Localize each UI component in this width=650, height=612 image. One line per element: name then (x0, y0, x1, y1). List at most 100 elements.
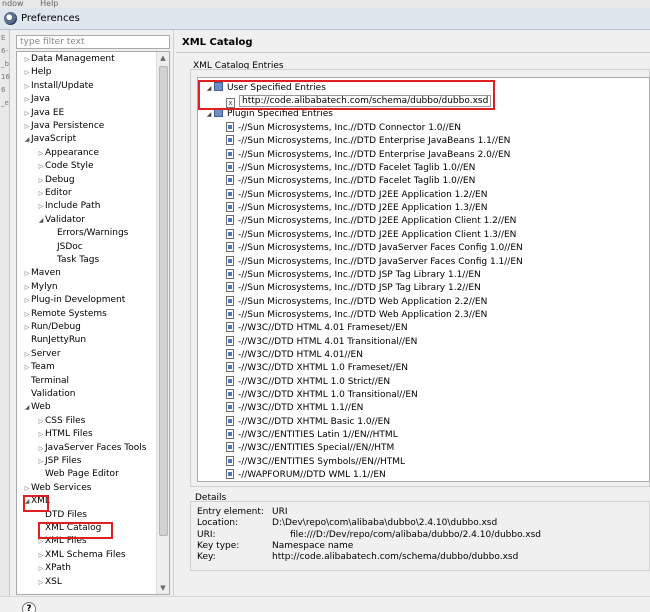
tree-item[interactable]: ▷ Maven (23, 267, 161, 280)
plugin-entry[interactable]: -//W3C//DTD XHTML 1.1//EN (226, 402, 363, 415)
collapsed-arrow-icon[interactable]: ▷ (23, 321, 31, 334)
plugin-entry[interactable]: -//Sun Microsystems, Inc.//DTD Facelet T… (226, 175, 475, 188)
tree-item[interactable]: ▷ Help (23, 66, 161, 79)
plugin-entry[interactable]: -//Sun Microsystems, Inc.//DTD JavaServe… (226, 242, 523, 255)
collapsed-arrow-icon[interactable]: ▷ (23, 281, 31, 294)
tree-item[interactable]: ▷ Team (23, 361, 161, 374)
collapsed-arrow-icon[interactable]: ▷ (37, 562, 45, 575)
plugin-entry[interactable]: -//Sun Microsystems, Inc.//DTD JSP Tag L… (226, 268, 481, 282)
collapsed-arrow-icon[interactable]: ▷ (37, 415, 45, 428)
tree-item[interactable]: ▷ Run/Debug (23, 321, 161, 334)
tree-item[interactable]: ▷ XML Schema Files (37, 549, 169, 562)
tree-item[interactable]: ▷ Java Persistence (23, 120, 161, 133)
tree-item[interactable]: ▷ Include Path (37, 200, 169, 213)
tree-item[interactable]: JSDoc (49, 241, 169, 254)
plugin-entry[interactable]: -//Sun Microsystems, Inc.//DTD JavaServe… (226, 255, 523, 269)
plugin-entry[interactable]: -//W3C//ENTITIES Symbols//EN//HTML (226, 455, 405, 469)
collapsed-arrow-icon[interactable]: ▷ (23, 66, 31, 79)
plugin-entry[interactable]: -//Sun Microsystems, Inc.//DTD Connector… (226, 122, 461, 135)
collapsed-arrow-icon[interactable]: ▷ (23, 53, 31, 66)
plugin-entry[interactable]: -//W3C//DTD XHTML Basic 1.0//EN (226, 415, 390, 429)
plugin-entry[interactable]: -//WAPFORUM//DTD WML 1.1//EN (226, 469, 386, 481)
expanded-arrow-icon[interactable]: ◢ (23, 133, 31, 146)
tree-item[interactable]: ▷ Install/Update (23, 80, 161, 93)
collapsed-arrow-icon[interactable]: ▷ (23, 294, 31, 307)
menu-window[interactable]: ndow (2, 0, 24, 8)
tree-item[interactable]: ◢ Web (23, 401, 161, 414)
tree-item[interactable]: ▷ Plug-in Development (23, 294, 161, 307)
help-button[interactable]: ? (22, 602, 36, 612)
preferences-tree[interactable]: ▲ ▼ ▷ Data Management ▷ Help ▷ Install/Update… (16, 51, 170, 595)
tree-item[interactable]: ▷ Remote Systems (23, 308, 161, 321)
tree-item[interactable]: Web Page Editor (37, 468, 169, 481)
collapsed-arrow-icon[interactable]: ▷ (37, 174, 45, 187)
tree-item[interactable]: ▷ Data Management (23, 53, 161, 66)
plugin-entry[interactable]: -//Sun Microsystems, Inc.//DTD J2EE Appl… (226, 228, 516, 242)
collapsed-arrow-icon[interactable]: ▷ (37, 549, 45, 562)
tree-item[interactable]: ▷ Java (23, 93, 161, 106)
tree-item[interactable]: ▷ Web Services (23, 482, 161, 495)
collapsed-arrow-icon[interactable]: ▷ (23, 120, 31, 133)
plugin-entry[interactable]: -//Sun Microsystems, Inc.//DTD Web Appli… (226, 295, 487, 309)
collapsed-arrow-icon[interactable]: ▷ (23, 80, 31, 93)
collapsed-arrow-icon[interactable]: ▷ (37, 160, 45, 173)
collapsed-arrow-icon[interactable]: ▷ (23, 308, 31, 321)
collapsed-arrow-icon[interactable]: ▷ (37, 428, 45, 441)
menu-help[interactable]: Help (40, 0, 58, 8)
catalog-entries-tree[interactable]: ◢ User Specified Entries x http://code.alib… (197, 77, 650, 482)
tree-item[interactable]: RunJettyRun (23, 334, 161, 347)
collapsed-arrow-icon[interactable]: ▷ (37, 200, 45, 213)
tree-item[interactable]: Terminal (23, 375, 161, 388)
collapsed-arrow-icon[interactable]: ▷ (37, 147, 45, 160)
plugin-entry[interactable]: -//Sun Microsystems, Inc.//DTD Enterpris… (226, 148, 510, 162)
plugin-entry[interactable]: -//W3C//DTD HTML 4.01 Frameset//EN (226, 322, 408, 335)
collapsed-arrow-icon[interactable]: ▷ (23, 361, 31, 374)
tree-item[interactable]: ▷ Code Style (37, 160, 169, 173)
collapsed-arrow-icon[interactable]: ▷ (37, 576, 45, 589)
plugin-entry[interactable]: -//W3C//ENTITIES Special//EN//HTM (226, 442, 394, 455)
pane-sash[interactable] (173, 30, 174, 596)
tree-item[interactable]: ◢ JavaScript (23, 133, 161, 146)
tree-item[interactable]: ▷ Mylyn (23, 281, 161, 294)
plugin-entry[interactable]: -//W3C//DTD XHTML 1.0 Transitional//EN (226, 389, 418, 402)
collapsed-arrow-icon[interactable]: ▷ (23, 482, 31, 495)
tree-item[interactable]: ▷ JavaServer Faces Tools (37, 442, 169, 455)
tree-item[interactable]: Errors/Warnings (49, 227, 169, 240)
tree-item[interactable]: ▷ Server (23, 348, 161, 361)
tree-item[interactable]: ▷ Debug (37, 174, 169, 187)
collapsed-arrow-icon[interactable]: ▷ (23, 267, 31, 280)
plugin-entry[interactable]: -//W3C//DTD HTML 4.01 Transitional//EN (226, 335, 417, 349)
expanded-arrow-icon[interactable]: ◢ (37, 214, 45, 227)
plugin-entry[interactable]: -//Sun Microsystems, Inc.//DTD Enterpris… (226, 135, 510, 148)
plugin-entry[interactable]: -//Sun Microsystems, Inc.//DTD JSP Tag L… (226, 282, 481, 295)
tree-item[interactable]: Task Tags (49, 254, 169, 267)
tree-item[interactable]: ▷ Editor (37, 187, 169, 200)
plugin-entry[interactable]: -//W3C//ENTITIES Latin 1//EN//HTML (226, 429, 398, 442)
filter-input[interactable]: type filter text (16, 35, 170, 49)
tree-item[interactable]: ◢ Validator (37, 214, 169, 227)
tree-item[interactable]: ▷ Appearance (37, 147, 169, 160)
plugin-entry[interactable]: -//W3C//DTD HTML 4.01//EN (226, 348, 363, 362)
plugin-entry[interactable]: -//Sun Microsystems, Inc.//DTD Web Appli… (226, 308, 487, 322)
expanded-arrow-icon[interactable]: ◢ (23, 401, 31, 414)
plugin-entry[interactable]: -//Sun Microsystems, Inc.//DTD Facelet T… (226, 162, 475, 175)
tree-item[interactable]: ▷ HTML Files (37, 428, 169, 441)
collapsed-arrow-icon[interactable]: ▷ (23, 93, 31, 106)
collapsed-arrow-icon[interactable]: ▷ (23, 107, 31, 120)
tree-item[interactable]: ▷ Java EE (23, 107, 161, 120)
tree-item[interactable]: Validation (23, 388, 161, 401)
plugin-entry[interactable]: -//Sun Microsystems, Inc.//DTD J2EE Appl… (226, 188, 487, 202)
collapsed-arrow-icon[interactable]: ▷ (37, 187, 45, 200)
plugin-entry[interactable]: -//Sun Microsystems, Inc.//DTD J2EE Appl… (226, 202, 487, 215)
plugin-entry[interactable]: -//W3C//DTD XHTML 1.0 Frameset//EN (226, 362, 408, 375)
collapsed-arrow-icon[interactable]: ▷ (37, 442, 45, 455)
tree-item[interactable]: ▷ JSP Files (37, 455, 169, 468)
collapsed-arrow-icon[interactable]: ▷ (37, 455, 45, 468)
tree-item[interactable]: DTD Files (37, 509, 169, 522)
collapsed-arrow-icon[interactable]: ▷ (23, 348, 31, 361)
tree-item[interactable]: ▷ XSL (37, 576, 169, 589)
plugin-entry[interactable]: -//Sun Microsystems, Inc.//DTD J2EE Appl… (226, 215, 516, 228)
plugin-entry[interactable]: -//W3C//DTD XHTML 1.0 Strict//EN (226, 375, 390, 389)
tree-item[interactable]: ▷ XPath (37, 562, 169, 575)
tree-item[interactable]: ▷ CSS Files (37, 415, 169, 428)
